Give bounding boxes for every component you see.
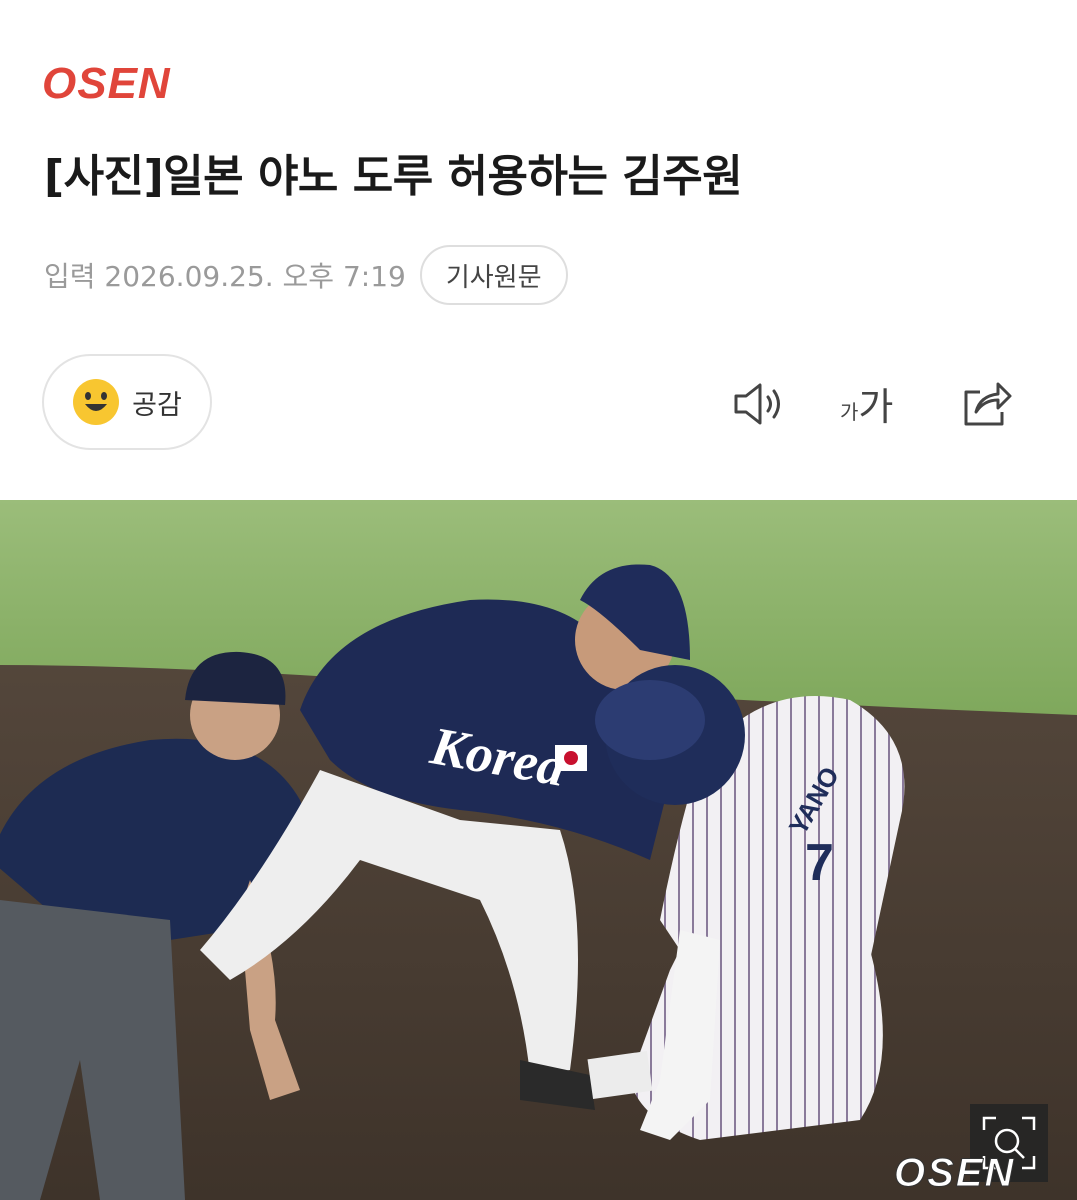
publish-date: 입력 2026.09.25. 오후 7:19 xyxy=(44,260,406,293)
empathy-label: 공감 xyxy=(132,389,182,421)
osen-watermark: OSEN xyxy=(894,1151,1015,1193)
font-size-small-glyph: 가 xyxy=(840,400,859,424)
article-page: OSEN [사진]일본 야노 도루 허용하는 김주원 입력 2026.09.25… xyxy=(0,0,1077,1200)
osen-logo[interactable]: OSEN xyxy=(40,60,240,104)
speaker-icon[interactable] xyxy=(732,380,786,428)
article-photo[interactable]: Korea YANO 7 xyxy=(0,500,1077,1200)
logo-text: OSEN xyxy=(42,60,171,104)
share-icon[interactable] xyxy=(960,378,1014,428)
byline: 입력 2026.09.25. 오후 7:19 기사원문 xyxy=(44,244,568,306)
smile-emoji-icon xyxy=(73,379,120,425)
second-base xyxy=(587,1051,653,1099)
original-article-button[interactable]: 기사원문 xyxy=(419,245,568,305)
font-size-large-glyph: 가 xyxy=(858,385,894,429)
font-size-icon[interactable]: 가 가 xyxy=(840,376,906,432)
watermark-text: OSEN xyxy=(894,1151,1015,1192)
empathy-button[interactable]: 공감 xyxy=(42,354,212,450)
runner-number: 7 xyxy=(805,834,834,892)
article-headline: [사진]일본 야노 도루 허용하는 김주원 xyxy=(44,151,743,202)
